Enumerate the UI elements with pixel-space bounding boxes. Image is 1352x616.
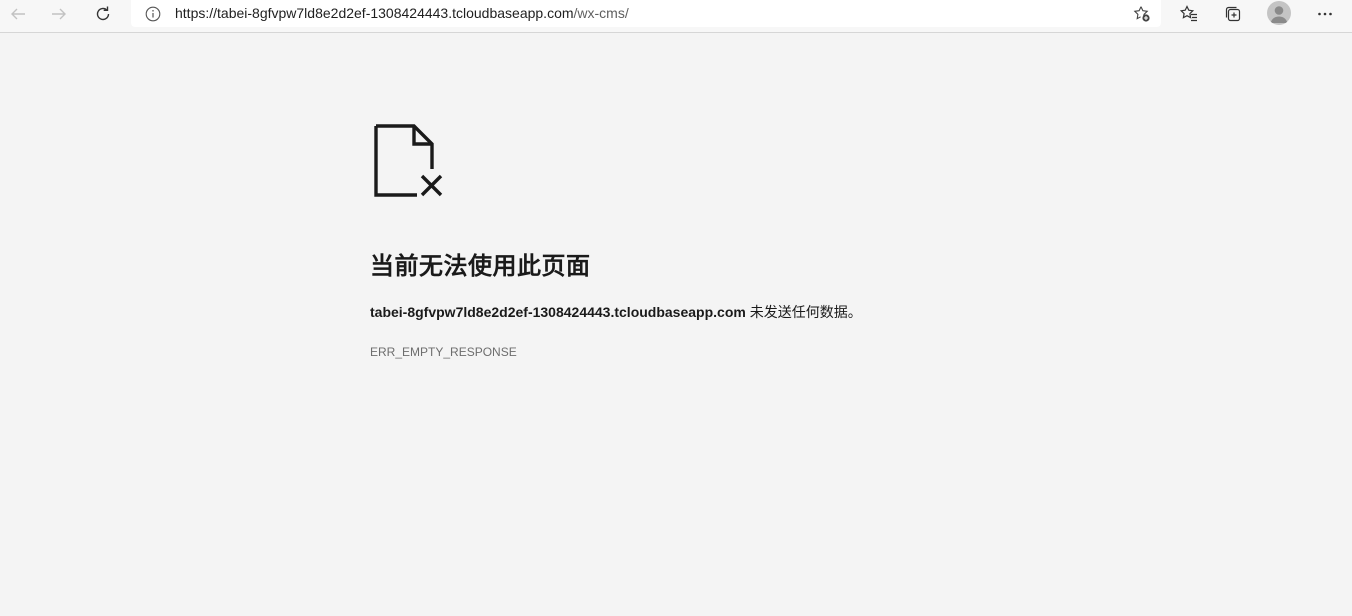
- refresh-button[interactable]: [85, 0, 121, 27]
- info-icon[interactable]: [143, 4, 163, 24]
- more-menu-icon: [1316, 5, 1334, 23]
- address-bar[interactable]: https://tabei-8gfvpw7ld8e2d2ef-130842444…: [131, 0, 1161, 27]
- back-arrow-icon: [9, 5, 27, 23]
- url-path: /wx-cms/: [573, 5, 629, 21]
- error-host: tabei-8gfvpw7ld8e2d2ef-1308424443.tcloud…: [370, 304, 746, 320]
- error-message-text: 未发送任何数据。: [745, 304, 862, 320]
- collections-icon: [1224, 5, 1242, 23]
- profile-avatar-icon[interactable]: [1267, 1, 1291, 25]
- back-button[interactable]: [0, 0, 36, 27]
- error-code: ERR_EMPTY_RESPONSE: [370, 345, 517, 359]
- url-text[interactable]: https://tabei-8gfvpw7ld8e2d2ef-130842444…: [175, 5, 629, 21]
- browser-toolbar: https://tabei-8gfvpw7ld8e2d2ef-130842444…: [0, 0, 1352, 33]
- url-host: https://tabei-8gfvpw7ld8e2d2ef-130842444…: [175, 5, 574, 21]
- forward-button[interactable]: [41, 0, 77, 27]
- collections-button[interactable]: [1215, 0, 1251, 27]
- forward-arrow-icon: [50, 5, 68, 23]
- refresh-icon: [94, 5, 112, 23]
- broken-document-icon: [374, 124, 446, 203]
- favorites-button[interactable]: [1171, 0, 1207, 27]
- add-favorite-star-icon[interactable]: [1131, 3, 1153, 25]
- error-title: 当前无法使用此页面: [370, 253, 591, 280]
- error-message: tabei-8gfvpw7ld8e2d2ef-1308424443.tcloud…: [370, 302, 862, 322]
- more-menu-button[interactable]: [1307, 0, 1343, 27]
- favorites-icon: [1180, 4, 1198, 23]
